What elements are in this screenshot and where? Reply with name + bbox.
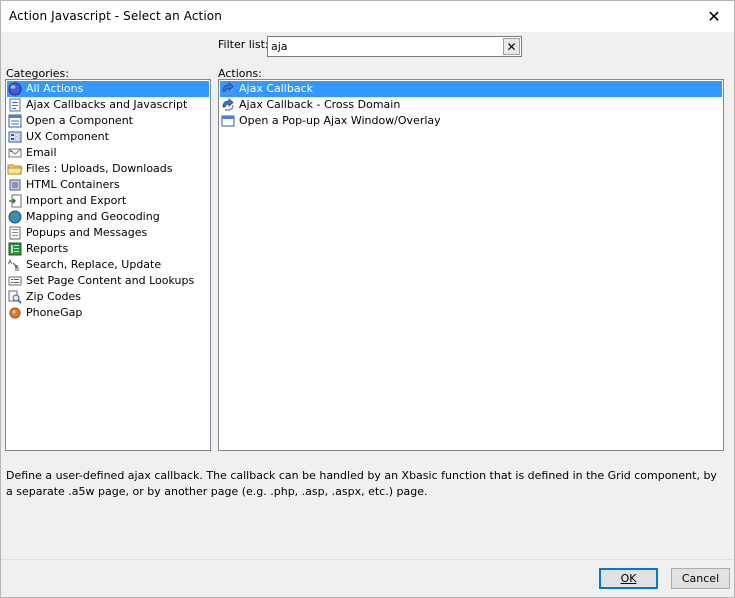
category-label: Import and Export [26,194,127,207]
category-item-reports[interactable]: Reports [7,241,209,257]
category-label: Email [26,146,57,159]
action-label: Open a Pop-up Ajax Window/Overlay [239,114,441,127]
category-label: Files : Uploads, Downloads [26,162,173,175]
category-item-page-content[interactable]: Set Page Content and Lookups [7,273,209,289]
category-item-all-actions[interactable]: All Actions [7,81,209,97]
category-label: All Actions [26,82,84,95]
filter-field: ✕ [267,36,522,57]
window-icon [220,113,236,129]
action-item-ajax-callback[interactable]: Ajax Callback [220,81,722,97]
ux-form-icon [7,129,23,145]
filter-input[interactable] [268,37,503,56]
category-item-html-containers[interactable]: HTML Containers [7,177,209,193]
filter-label: Filter list: [218,38,269,51]
cancel-button-label: Cancel [681,572,720,585]
category-item-files[interactable]: Files : Uploads, Downloads [7,161,209,177]
close-button[interactable]: ✕ [694,1,734,32]
zip-search-icon [7,289,23,305]
cancel-button[interactable]: Cancel [671,568,730,589]
ajax-page-icon [7,97,23,113]
category-item-ajax-callbacks[interactable]: Ajax Callbacks and Javascript [7,97,209,113]
action-item-ajax-callback-cross-domain[interactable]: Ajax Callback - Cross Domain [220,97,722,113]
folder-icon [7,161,23,177]
container-icon [7,177,23,193]
action-item-open-popup-window[interactable]: Open a Pop-up Ajax Window/Overlay [220,113,722,129]
window-title: Action Javascript - Select an Action [9,9,222,23]
button-bar: OK Cancel [1,559,734,597]
popup-icon [7,225,23,241]
category-item-mapping[interactable]: Mapping and Geocoding [7,209,209,225]
component-icon [7,113,23,129]
import-export-icon [7,193,23,209]
close-icon: ✕ [707,7,721,26]
category-label: Popups and Messages [26,226,148,239]
category-label: Ajax Callbacks and Javascript [26,98,188,111]
clear-filter-button[interactable]: ✕ [503,38,520,55]
phonegap-icon [7,305,23,321]
category-label: Mapping and Geocoding [26,210,160,223]
category-label: Set Page Content and Lookups [26,274,195,287]
lookup-icon [7,273,23,289]
callback-arrow-icon [220,81,236,97]
category-item-popups[interactable]: Popups and Messages [7,225,209,241]
category-item-open-component[interactable]: Open a Component [7,113,209,129]
ok-button-label: OK [620,572,637,585]
dialog-window: Action Javascript - Select an Action ✕ F… [0,0,735,598]
globe-icon [7,81,23,97]
report-icon [7,241,23,257]
category-label: Zip Codes [26,290,81,303]
category-item-phonegap[interactable]: PhoneGap [7,305,209,321]
category-item-import-export[interactable]: Import and Export [7,193,209,209]
category-label: PhoneGap [26,306,83,319]
title-bar: Action Javascript - Select an Action ✕ [1,1,734,32]
actions-list[interactable]: Ajax Callback Ajax Callback - Cross Doma… [218,79,724,451]
earth-icon [7,209,23,225]
category-label: Open a Component [26,114,133,127]
category-item-email[interactable]: Email [7,145,209,161]
category-label: UX Component [26,130,109,143]
category-label: Search, Replace, Update [26,258,162,271]
clear-icon: ✕ [506,39,517,54]
category-label: Reports [26,242,69,255]
action-label: Ajax Callback [239,82,314,95]
svg-text:A: A [8,259,13,266]
action-label: Ajax Callback - Cross Domain [239,98,401,111]
category-label: HTML Containers [26,178,120,191]
callback-arrow-icon [220,97,236,113]
action-description: Define a user-defined ajax callback. The… [6,469,717,498]
email-icon [7,145,23,161]
categories-list[interactable]: All Actions Ajax Callbacks and Javascrip… [5,79,211,451]
search-replace-icon: AB [7,257,23,273]
category-item-ux-component[interactable]: UX Component [7,129,209,145]
category-item-zip-codes[interactable]: Zip Codes [7,289,209,305]
ok-button[interactable]: OK [599,568,658,589]
category-item-search-replace[interactable]: AB Search, Replace, Update [7,257,209,273]
